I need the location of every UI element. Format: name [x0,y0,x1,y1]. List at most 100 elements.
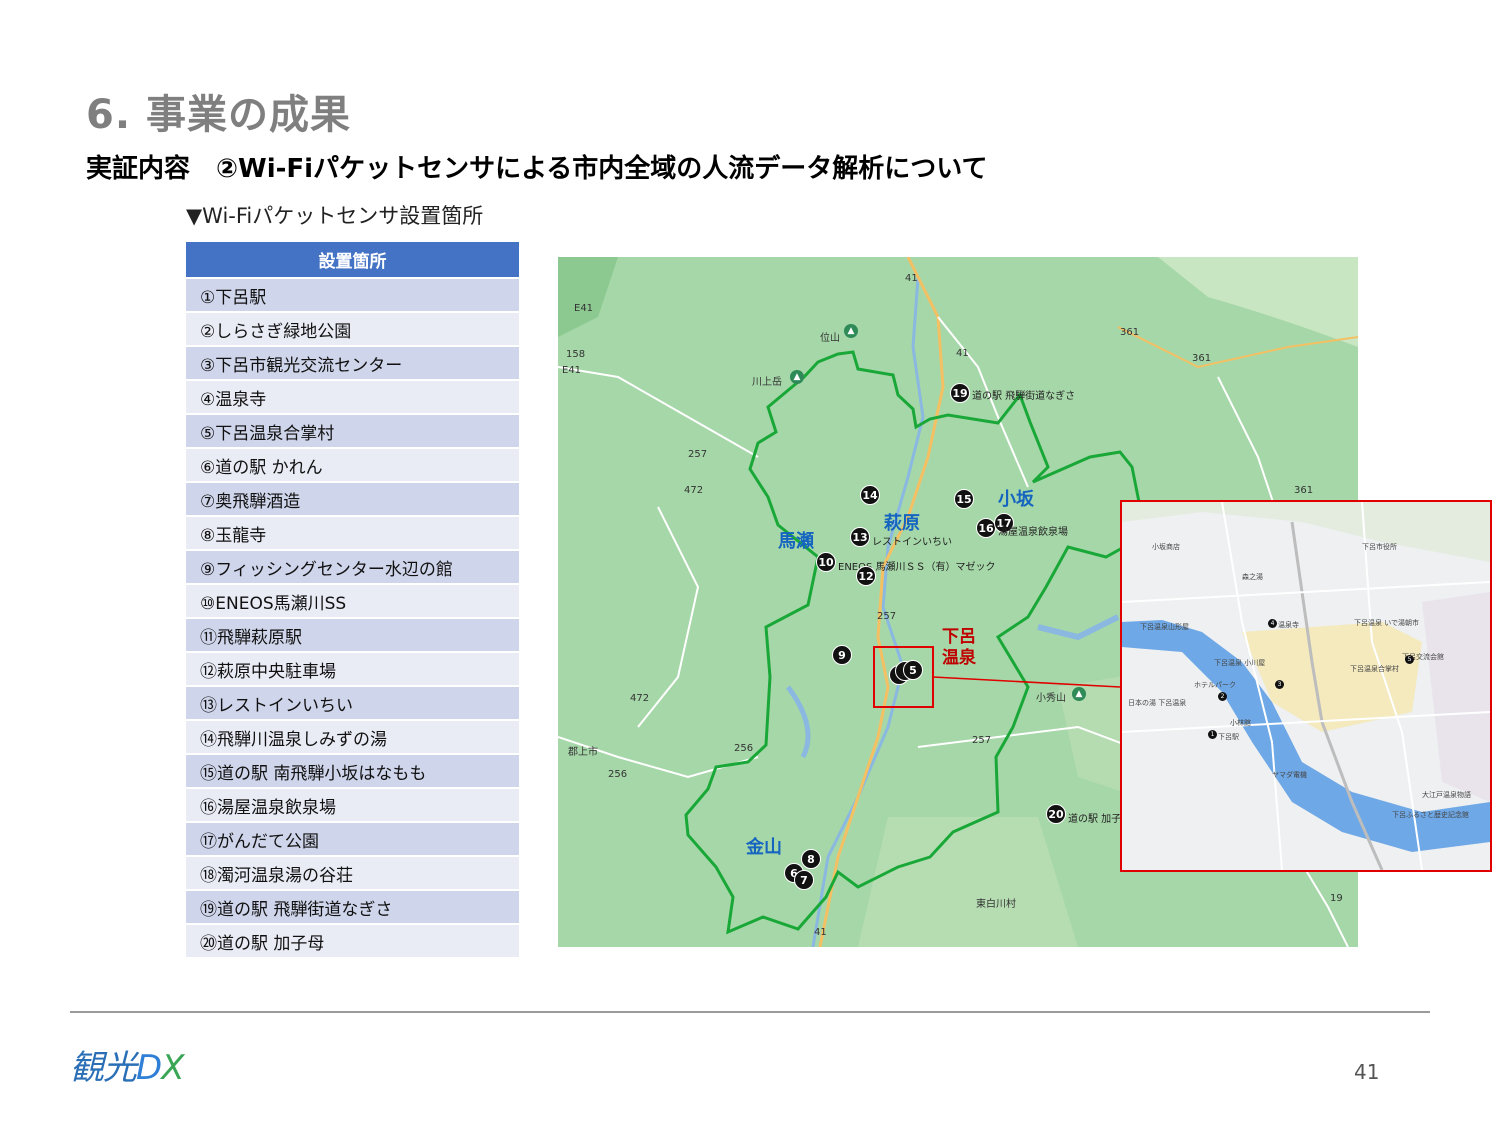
table-cell: ⑧玉龍寺 [186,517,519,551]
inset-marker[interactable]: 1 [1208,730,1217,739]
map-marker[interactable]: 13 [850,527,870,547]
inset-marker[interactable]: 5 [1405,655,1414,664]
table-cell: ⑯湯屋温泉飲泉場 [186,789,519,823]
table-row: ⑦奥飛騨酒造 [186,483,519,517]
inset-label: 下呂市役所 [1362,543,1397,551]
road-number-label: 361 [1294,485,1314,496]
gero-onsen-line1: 下呂 [942,627,976,647]
table-cell: ⑩ENEOS馬瀬川SS [186,585,519,619]
kanko-dx-logo: 観光DX [70,1040,184,1089]
table-row: ⑲道の駅 飛騨街道なぎさ [186,891,519,925]
inset-label: ヤマダ電機 [1272,771,1307,779]
marker-label: 道の駅 飛騨街道なぎさ [972,391,1076,402]
place-label-iyama: 位山 [820,333,840,344]
map-marker[interactable]: 5 [903,660,923,680]
inset-label: 下呂温泉合掌村 [1350,665,1399,673]
road-number-label: 256 [734,743,754,754]
marker-label: レストインいちい [872,537,952,548]
road-number-label: 472 [630,693,650,704]
expressway-sign: E41 [574,303,594,314]
footer-divider [70,1011,1430,1013]
inset-marker[interactable]: 4 [1268,619,1277,628]
map-marker[interactable]: 9 [832,645,852,665]
inset-marker[interactable]: 2 [1218,692,1227,701]
inset-map[interactable]: 下呂温泉山形屋 温泉寺 下呂温泉 いで湯朝市 下呂温泉合掌村 下呂交流会館 下呂… [1120,500,1492,872]
map-marker[interactable]: 8 [801,849,821,869]
table-row: ④温泉寺 [186,381,519,415]
table-row: ①下呂駅 [186,279,519,313]
table-cell: ⑱濁河温泉湯の谷荘 [186,857,519,891]
road-number-label: 41 [956,348,969,359]
gero-onsen-line2: 温泉 [942,648,976,668]
road-number-label: 41 [905,273,918,284]
map-marker[interactable]: 14 [860,485,880,505]
road-number-label: 158 [566,349,586,360]
map-marker[interactable]: 10 [816,552,836,572]
road-number-label: 257 [688,449,708,460]
area-label-gero-onsen: 下呂 温泉 [942,627,976,669]
inset-marker[interactable]: 3 [1275,680,1284,689]
page-number: 41 [1354,1060,1380,1084]
place-label-gujo: 郡上市 [568,747,598,758]
table-row: ⑪飛騨萩原駅 [186,619,519,653]
marker-label: 道の駅 加子 [1068,814,1122,825]
road-number-label: 361 [1120,327,1140,338]
table-cell: ①下呂駅 [186,279,519,313]
area-label-osaka: 小坂 [998,489,1034,510]
road-number-label: 19 [1330,893,1343,904]
inset-label: 日本の湯 下呂温泉 [1128,699,1187,707]
logo-kanko-text: 観光 [70,1048,137,1088]
place-label-higashishirakawa: 東白川村 [976,899,1016,910]
map-marker[interactable]: 12 [856,566,876,586]
road-number-label: 257 [972,735,992,746]
inset-label: 下呂駅 [1218,733,1239,741]
marker-label: 湯屋温泉飲泉場 [998,527,1068,538]
inset-label: 森之湯 [1242,573,1263,581]
table-cell: ②しらさぎ緑地公園 [186,313,519,347]
table-row: ⑱濁河温泉湯の谷荘 [186,857,519,891]
road-number-label: 41 [814,927,827,938]
map-marker[interactable]: 20 [1046,804,1066,824]
table-cell: ③下呂市観光交流センター [186,347,519,381]
area-label-kanayama: 金山 [746,837,782,858]
map-marker[interactable]: 7 [794,870,814,890]
table-row: ⑥道の駅 かれん [186,449,519,483]
table-row: ⑬レストインいちい [186,687,519,721]
table-cell: ⑲道の駅 飛騨街道なぎさ [186,891,519,925]
table-row: ⑯湯屋温泉飲泉場 [186,789,519,823]
map-marker[interactable]: 16 [976,518,996,538]
table-caption: ▼Wi-Fiパケットセンサ設置箇所 [186,204,484,228]
inset-label: 下呂ふるさと歴史記念館 [1392,811,1469,819]
inset-label: 下呂温泉 小川屋 [1214,659,1266,667]
table-row: ③下呂市観光交流センター [186,347,519,381]
slide-subtitle: 実証内容 ②Wi-Fiパケットセンサによる市内全域の人流データ解析について [86,154,988,184]
road-number-label: 257 [877,611,897,622]
table-cell: ⑮道の駅 南飛騨小坂はなもも [186,755,519,789]
inset-label: ホテルパーク [1194,681,1236,689]
inset-label: 小坂商店 [1152,543,1180,551]
table-row: ⑫萩原中央駐車場 [186,653,519,687]
section-title: 6. 事業の成果 [86,92,351,138]
table-cell: ⑳道の駅 加子母 [186,925,519,959]
table-row: ⑰がんだて公園 [186,823,519,857]
table-cell: ⑨フィッシングセンター水辺の館 [186,551,519,585]
table-cell: ⑪飛騨萩原駅 [186,619,519,653]
table-cell: ④温泉寺 [186,381,519,415]
inset-label: 温泉寺 [1278,621,1299,629]
table-row: ⑨フィッシングセンター水辺の館 [186,551,519,585]
mountain-icon: ▲ [1072,687,1086,701]
inset-label: 下呂温泉山形屋 [1140,623,1189,631]
table-cell: ⑬レストインいちい [186,687,519,721]
table-cell: ⑭飛騨川温泉しみずの湯 [186,721,519,755]
inset-label: 大江戸温泉物語 [1422,791,1471,799]
road-number-label: 472 [684,485,704,496]
area-label-maze: 馬瀬 [778,531,814,552]
table-row: ⑭飛騨川温泉しみずの湯 [186,721,519,755]
table-row: ⑧玉龍寺 [186,517,519,551]
inset-label: 下呂温泉 いで湯朝市 [1354,619,1420,627]
table-row: ⑮道の駅 南飛騨小坂はなもも [186,755,519,789]
table-row: ②しらさぎ緑地公園 [186,313,519,347]
map-marker[interactable]: 19 [950,383,970,403]
map-marker[interactable]: 15 [954,489,974,509]
location-table: 設置箇所 ①下呂駅 ②しらさぎ緑地公園 ③下呂市観光交流センター ④温泉寺 ⑤下… [186,242,519,959]
